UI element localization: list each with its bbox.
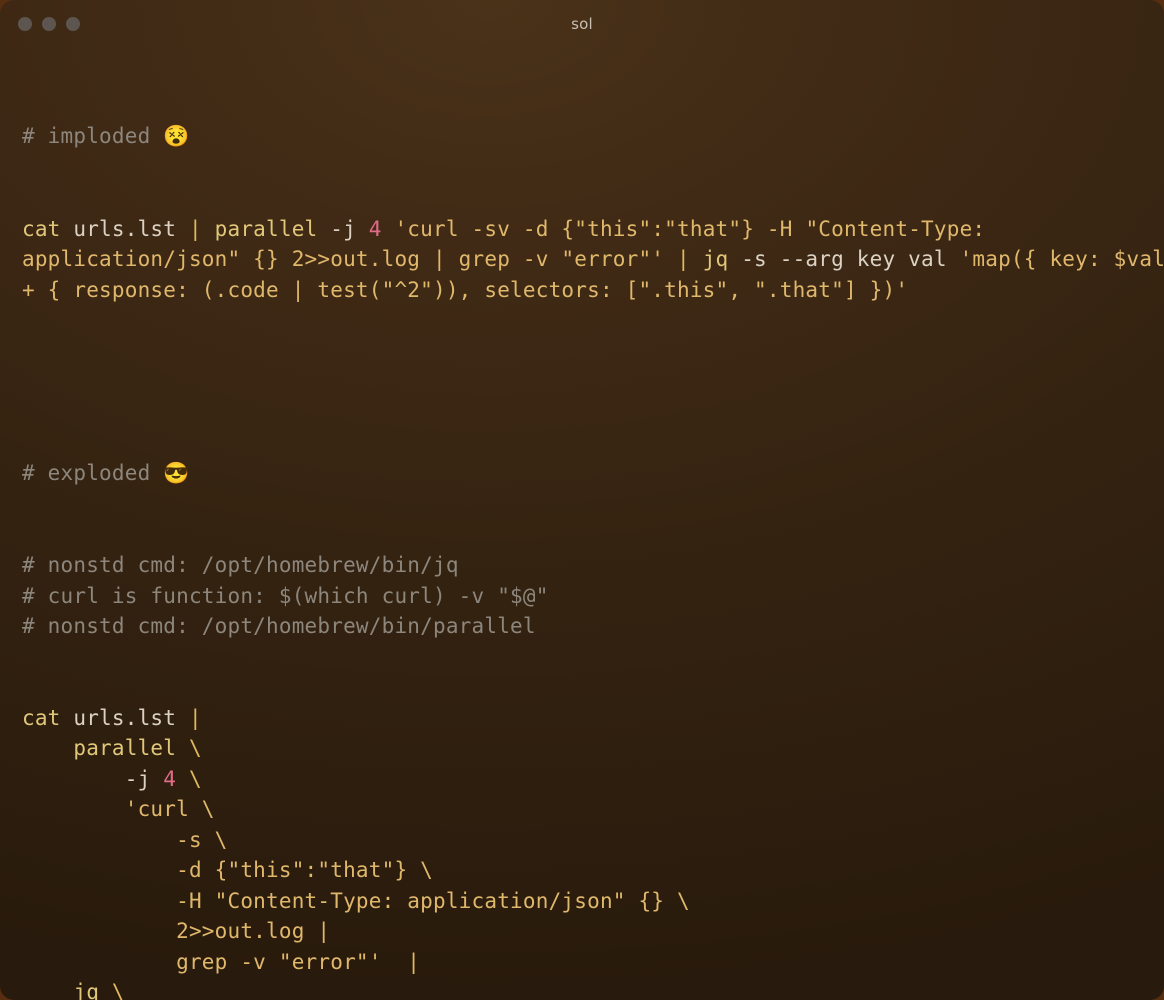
token-txt: [99, 980, 112, 1000]
window-title: sol: [0, 9, 1164, 40]
token-txt: urls.lst: [61, 706, 189, 730]
comment-imploded: # imploded 😵: [22, 121, 1142, 153]
token-cmd: jq: [73, 980, 99, 1000]
token-num: 4: [163, 767, 176, 791]
comment-line: # nonstd cmd: /opt/homebrew/bin/parallel: [22, 611, 1142, 642]
code-line: application/json" {} 2>>out.log | grep -…: [22, 244, 1142, 275]
comment-exploded: # exploded 😎: [22, 458, 1142, 490]
code-line: 2>>out.log |: [22, 916, 1142, 947]
token-txt: [382, 950, 408, 974]
exploded-comments: # nonstd cmd: /opt/homebrew/bin/jq# curl…: [22, 550, 1142, 642]
token-str: grep -v "error"': [22, 950, 382, 974]
token-txt: -j: [317, 217, 368, 241]
token-cmd: parallel: [73, 736, 176, 760]
token-op: |: [189, 217, 202, 241]
token-cmd: cat: [22, 706, 61, 730]
token-op: \: [112, 980, 125, 1000]
token-cmd: jq: [703, 247, 729, 271]
terminal-content[interactable]: # imploded 😵 cat urls.lst | parallel -j …: [0, 48, 1164, 1000]
code-line: + { response: (.code | test("^2")), sele…: [22, 275, 1142, 306]
token-txt: [176, 736, 189, 760]
comment-line: # nonstd cmd: /opt/homebrew/bin/jq: [22, 550, 1142, 581]
code-line: -j 4 \: [22, 764, 1142, 795]
token-str: 2>>out.log |: [22, 919, 330, 943]
code-line: -H "Content-Type: application/json" {} \: [22, 886, 1142, 917]
token-txt: [22, 797, 125, 821]
code-line: -s \: [22, 825, 1142, 856]
code-line: cat urls.lst | parallel -j 4 'curl -sv -…: [22, 214, 1142, 245]
token-num: 4: [369, 217, 382, 241]
token-str: -H "Content-Type: application/json" {} \: [22, 889, 690, 913]
token-txt: -j: [22, 767, 163, 791]
token-txt: [202, 217, 215, 241]
blank-line: [22, 366, 1142, 397]
code-line: -d {"this":"that"} \: [22, 855, 1142, 886]
code-line: grep -v "error"' |: [22, 947, 1142, 978]
token-cmd: parallel: [215, 217, 318, 241]
token-op: |: [677, 247, 690, 271]
token-op: |: [189, 706, 202, 730]
token-str: -d {"this":"that"} \: [22, 858, 433, 882]
token-txt: [176, 767, 189, 791]
code-line: 'curl \: [22, 794, 1142, 825]
token-op: \: [189, 767, 202, 791]
token-txt: [690, 247, 703, 271]
token-txt: urls.lst: [61, 217, 189, 241]
exploded-command: cat urls.lst | parallel \ -j 4 \ 'curl \…: [22, 703, 1142, 1000]
token-txt: [22, 736, 73, 760]
code-line: cat urls.lst |: [22, 703, 1142, 734]
terminal-window: sol # imploded 😵 cat urls.lst | parallel…: [0, 0, 1164, 1000]
token-str: 'curl \: [125, 797, 215, 821]
titlebar[interactable]: sol: [0, 0, 1164, 48]
code-line: jq \: [22, 977, 1142, 1000]
imploded-command: cat urls.lst | parallel -j 4 'curl -sv -…: [22, 214, 1142, 306]
token-str: + { response: (.code | test("^2")), sele…: [22, 278, 908, 302]
code-line: parallel \: [22, 733, 1142, 764]
token-str: 'curl -sv -d {"this":"that"} -H "Content…: [394, 217, 985, 241]
token-txt: [22, 980, 73, 1000]
token-txt: [664, 247, 677, 271]
token-cmd: cat: [22, 217, 61, 241]
token-op: |: [407, 950, 420, 974]
token-str: application/json" {} 2>>out.log | grep -…: [22, 247, 664, 271]
comment-line: # curl is function: $(which curl) -v "$@…: [22, 581, 1142, 612]
token-op: \: [189, 736, 202, 760]
token-txt: [382, 217, 395, 241]
token-txt: -s --arg key val: [728, 247, 959, 271]
token-str: 'map({ key: $val }: [960, 247, 1164, 271]
token-str: -s \: [22, 828, 228, 852]
